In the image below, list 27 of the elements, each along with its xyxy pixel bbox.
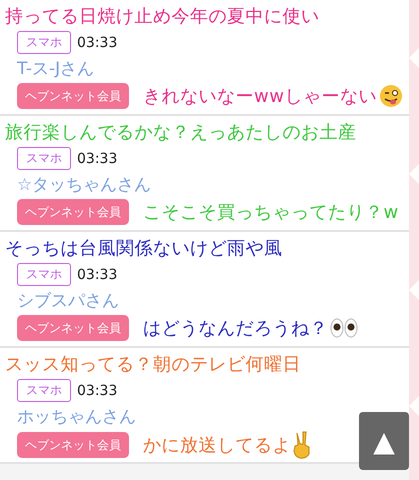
overlay-comment: かに放送してるよ xyxy=(143,434,291,457)
member-button[interactable]: ヘブンネット会員 xyxy=(17,199,129,225)
post-time: 03:33 xyxy=(77,382,118,398)
user-name[interactable]: ホッちゃんさん xyxy=(17,405,136,428)
user-name[interactable]: T-ス-Jさん xyxy=(17,57,94,80)
overlay-comment: きれないなーwwしゃーない xyxy=(143,85,377,108)
device-tag: スマホ xyxy=(17,31,71,54)
overlay-comment: はどうなんだろうね？ xyxy=(143,317,328,340)
member-button[interactable]: ヘブンネット会員 xyxy=(17,315,129,341)
overlay-comment: こそこそ買っちゃってたり？w xyxy=(143,201,399,224)
overlay-comment: スッス知ってる？朝のテレビ何曜日 xyxy=(5,353,301,376)
scroll-top-button[interactable]: ▲ xyxy=(359,412,409,470)
device-tag: スマホ xyxy=(17,379,71,402)
user-name[interactable]: ☆タッちゃんさん xyxy=(17,173,152,196)
post-time: 03:33 xyxy=(77,266,118,282)
eyes-icon xyxy=(330,318,358,338)
overlay-comment: 持ってる日焼け止め今年の夏中に使い xyxy=(5,5,320,28)
post-time: 03:33 xyxy=(77,150,118,166)
member-button[interactable]: ヘブンネット会員 xyxy=(17,83,129,109)
overlay-comment: 旅行楽しんでるかな？えっあたしのお土産 xyxy=(5,121,356,144)
member-button[interactable]: ヘブンネット会員 xyxy=(17,432,129,458)
winking-face-icon xyxy=(378,84,403,108)
device-tag: スマホ xyxy=(17,147,71,170)
device-tag: スマホ xyxy=(17,263,71,286)
post-time: 03:33 xyxy=(77,34,118,50)
overlay-comment: そっちは台風関係ないけど雨や風 xyxy=(5,237,282,260)
user-name[interactable]: シブスパさん xyxy=(17,289,119,312)
